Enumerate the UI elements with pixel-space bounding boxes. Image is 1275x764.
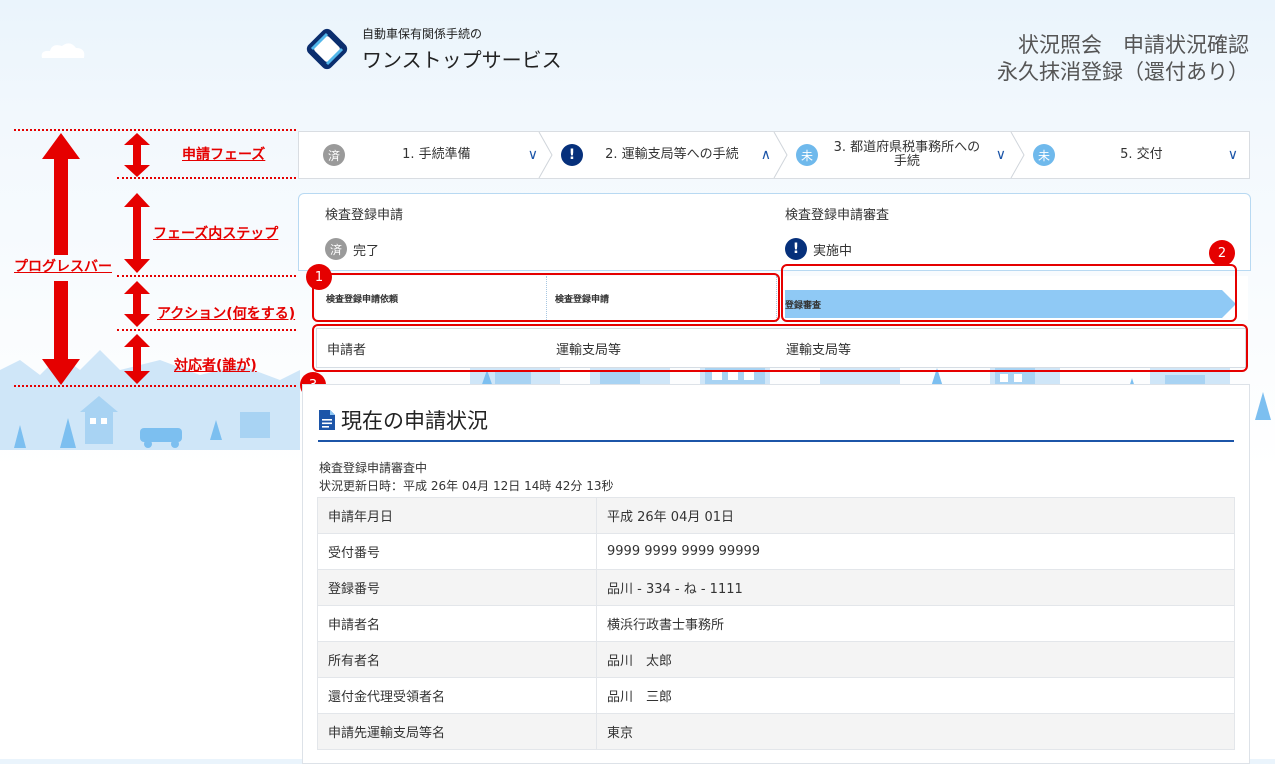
step-status-text: 完了 bbox=[353, 243, 380, 259]
logo-mark-icon bbox=[306, 28, 348, 70]
site-logo[interactable]: 自動車保有関係手続の ワンストップサービス bbox=[300, 22, 562, 76]
annotation-guide-steps-bottom bbox=[117, 275, 296, 277]
table-row: 申請先運輸支局等名 東京 bbox=[317, 713, 1235, 750]
annotation-phase: 申請フェーズ bbox=[182, 147, 266, 163]
completed-badge-icon: 済 bbox=[325, 238, 347, 260]
phase-progress-bar: 済 1. 手続準備 ∨ ! 2. 運輸支局等への手続 ∧ 未 3. 都道府県税事… bbox=[298, 131, 1250, 179]
page-title-line2: 永久抹消登録（還付あり） bbox=[997, 60, 1249, 84]
row-value: 品川 太郎 bbox=[596, 641, 1235, 678]
not-started-badge-icon: 未 bbox=[1033, 144, 1055, 166]
callout-box-2 bbox=[781, 264, 1237, 322]
steps-double-arrow-icon bbox=[124, 193, 150, 273]
table-row: 還付金代理受領者名 品川 三郎 bbox=[317, 677, 1235, 714]
cloud-decoration bbox=[41, 43, 85, 58]
action-double-arrow-icon bbox=[124, 281, 150, 327]
table-row: 登録番号 品川 - 334 - ね - 1111 bbox=[317, 569, 1235, 606]
phase-item-transport-bureau[interactable]: ! 2. 運輸支局等への手続 ∧ bbox=[561, 132, 771, 178]
row-key: 所有者名 bbox=[317, 641, 597, 678]
row-value: 9999 9999 9999 99999 bbox=[596, 533, 1235, 570]
phase-steps-panel: 検査登録申請 済 完了 検査登録申請審査 ! 実施中 bbox=[298, 193, 1251, 271]
phase-label: 3. 都道府県税事務所への 手続 bbox=[833, 140, 981, 169]
row-key: 登録番号 bbox=[317, 569, 597, 606]
document-icon bbox=[319, 410, 335, 430]
row-key: 申請先運輸支局等名 bbox=[317, 713, 597, 750]
callout-box-3 bbox=[312, 324, 1248, 372]
status-card-heading: 現在の申請状況 bbox=[319, 405, 488, 435]
not-started-badge-icon: 未 bbox=[796, 144, 818, 166]
in-progress-badge-icon: ! bbox=[785, 238, 807, 260]
logo-title: ワンストップサービス bbox=[362, 48, 562, 72]
chevron-down-icon[interactable]: ∨ bbox=[996, 147, 1006, 163]
phase-item-delivery[interactable]: 未 5. 交付 ∨ bbox=[1033, 132, 1238, 178]
annotation-phase-steps: フェーズ内ステップ bbox=[153, 226, 279, 242]
responder-double-arrow-icon bbox=[124, 334, 150, 384]
table-row: 申請年月日 平成 26年 04月 01日 bbox=[317, 497, 1235, 534]
application-info-table: 申請年月日 平成 26年 04月 01日 受付番号 9999 9999 9999 9… bbox=[317, 497, 1235, 750]
table-row: 申請者名 横浜行政書士事務所 bbox=[317, 605, 1235, 642]
chevron-down-icon[interactable]: ∨ bbox=[1228, 147, 1238, 163]
status-updated-time: 状況更新日時：平成 26年 04月 12日 14時 42分 13秒 bbox=[319, 479, 614, 493]
callout-number-1: 1 bbox=[306, 264, 332, 290]
status-card-title: 現在の申請状況 bbox=[341, 409, 488, 433]
chevron-up-icon[interactable]: ∧ bbox=[761, 147, 771, 163]
logo-subtitle: 自動車保有関係手続の bbox=[362, 27, 483, 41]
phase-label: 2. 運輸支局等への手続 bbox=[605, 147, 739, 162]
phase-item-preparation[interactable]: 済 1. 手続準備 ∨ bbox=[323, 132, 538, 178]
annotation-guide-phase-bottom bbox=[117, 177, 296, 179]
step-status: ! 実施中 bbox=[785, 238, 852, 260]
completed-badge-icon: 済 bbox=[323, 144, 345, 166]
chevron-down-icon[interactable]: ∨ bbox=[528, 147, 538, 163]
callout-box-1 bbox=[312, 273, 780, 322]
page-title-line1: 状況照会 申請状況確認 bbox=[1018, 33, 1249, 57]
application-status-card: 現在の申請状況 検査登録申請審査中 状況更新日時：平成 26年 04月 12日 … bbox=[302, 384, 1250, 764]
in-progress-badge-icon: ! bbox=[561, 144, 583, 166]
heading-divider bbox=[318, 440, 1234, 442]
row-value: 東京 bbox=[596, 713, 1235, 750]
table-row: 所有者名 品川 太郎 bbox=[317, 641, 1235, 678]
row-key: 申請者名 bbox=[317, 605, 597, 642]
annotation-guide-bottom bbox=[14, 385, 296, 387]
annotation-action: アクション(何をする) bbox=[157, 306, 296, 322]
annotation-guide-action-bottom bbox=[117, 329, 296, 331]
row-value: 品川 - 334 - ね - 1111 bbox=[596, 569, 1235, 606]
annotation-progress-bar: プログレスバー bbox=[14, 259, 112, 275]
page-title: 状況照会 申請状況確認 永久抹消登録（還付あり） bbox=[997, 32, 1249, 86]
step-title: 検査登録申請 bbox=[325, 208, 404, 223]
row-key: 還付金代理受領者名 bbox=[317, 677, 597, 714]
row-value: 横浜行政書士事務所 bbox=[596, 605, 1235, 642]
row-value: 品川 三郎 bbox=[596, 677, 1235, 714]
current-status: 検査登録申請審査中 bbox=[319, 461, 428, 475]
row-key: 受付番号 bbox=[317, 533, 597, 570]
callout-number-2: 2 bbox=[1209, 240, 1235, 266]
phase-label: 5. 交付 bbox=[1120, 147, 1163, 162]
step-title: 検査登録申請審査 bbox=[785, 208, 890, 223]
table-row: 受付番号 9999 9999 9999 99999 bbox=[317, 533, 1235, 570]
step-status-text: 実施中 bbox=[813, 243, 853, 259]
phase-item-tax-office[interactable]: 未 3. 都道府県税事務所への 手続 ∨ bbox=[796, 132, 1006, 178]
step-status: 済 完了 bbox=[325, 238, 379, 260]
annotation-guide-top bbox=[14, 129, 296, 131]
annotation-responder: 対応者(誰が) bbox=[174, 358, 257, 374]
phase-label: 1. 手続準備 bbox=[402, 147, 471, 162]
row-value: 平成 26年 04月 01日 bbox=[596, 497, 1235, 534]
phase-double-arrow-icon bbox=[124, 133, 150, 177]
row-key: 申請年月日 bbox=[317, 497, 597, 534]
